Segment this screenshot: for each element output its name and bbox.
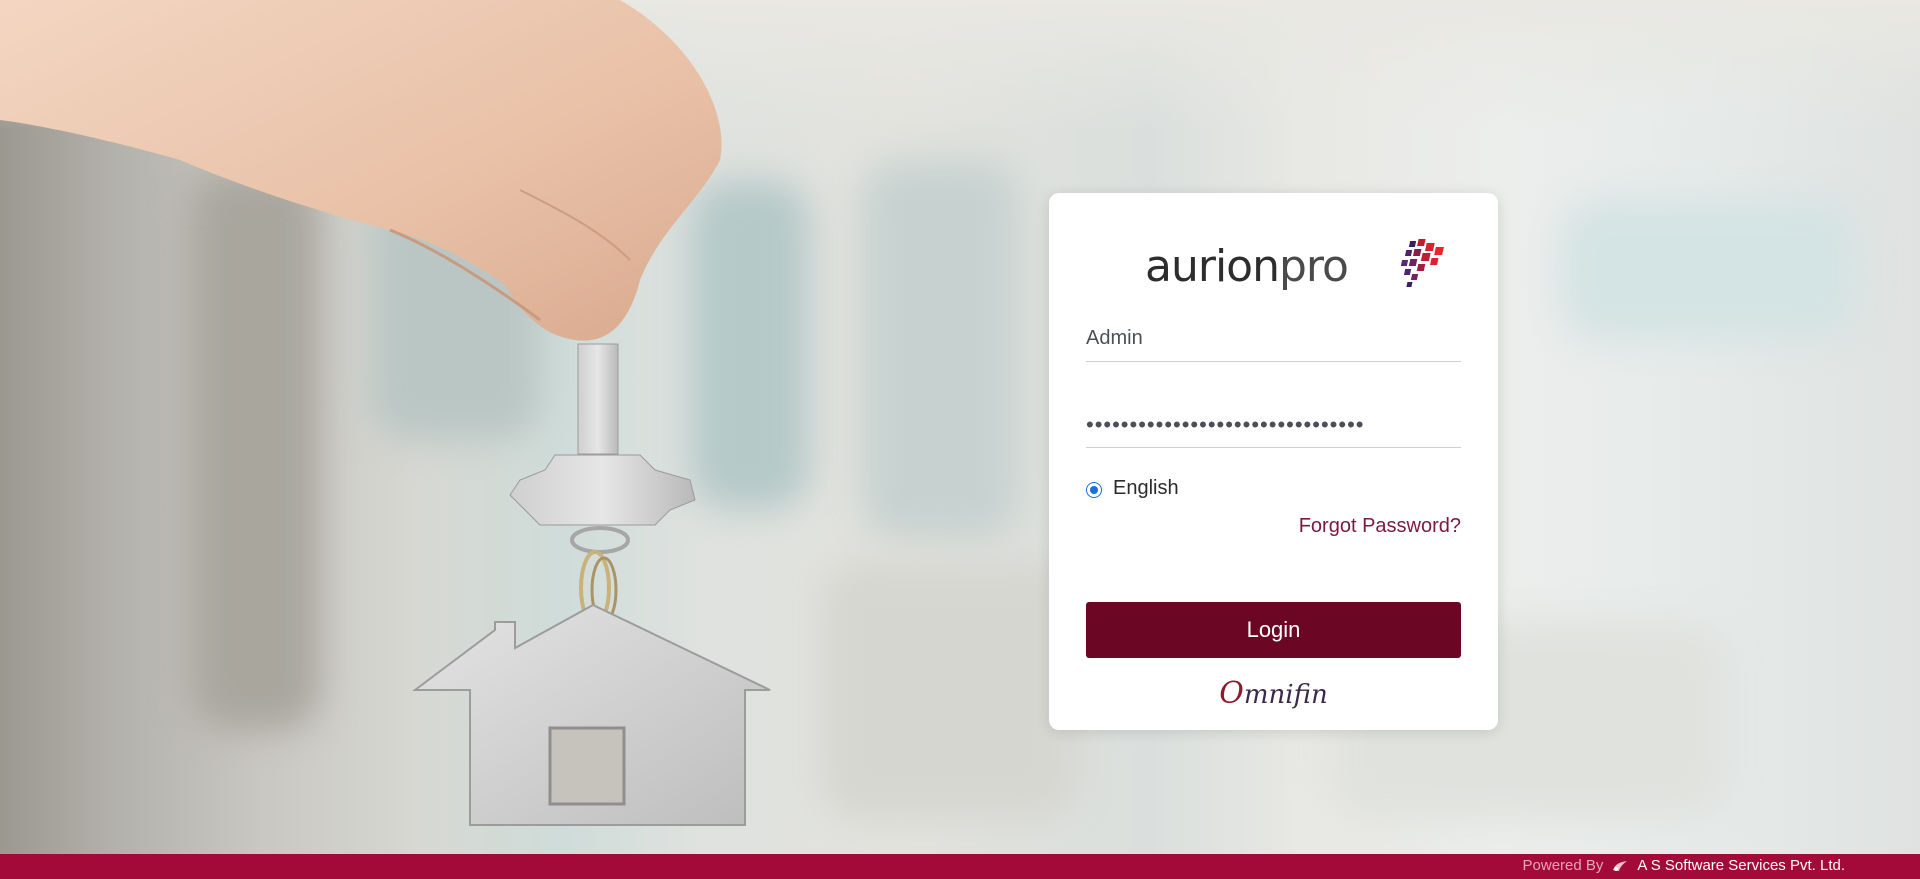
username-field[interactable] <box>1086 323 1461 362</box>
omnifin-logo-initial: O <box>1219 676 1244 711</box>
logo-wordmark-suffix: pro <box>1278 241 1349 292</box>
language-label: English <box>1113 477 1179 499</box>
username-input[interactable] <box>1086 323 1461 353</box>
language-radio[interactable] <box>1086 482 1102 498</box>
omnifin-logo-text: mnifin <box>1243 680 1328 710</box>
login-card: aurionpro Admin ••••••••••••••••••••••••… <box>1049 193 1498 730</box>
aurionpro-logo-mark <box>1400 239 1444 287</box>
forgot-password-link[interactable]: Forgot Password? <box>1299 515 1461 538</box>
language-option[interactable]: English <box>1086 477 1179 500</box>
password-input[interactable] <box>1086 407 1461 443</box>
login-button[interactable]: Login <box>1086 602 1461 658</box>
logo-wordmark: aurion <box>1145 241 1280 292</box>
company-logo-icon <box>1613 860 1628 871</box>
omnifin-logo: Omnifin <box>1049 676 1498 711</box>
password-field[interactable] <box>1086 407 1461 448</box>
footer-bar: Powered By A S Software Services Pvt. Lt… <box>0 854 1920 879</box>
house-key-illustration <box>0 0 771 826</box>
powered-by-label: Powered By <box>1522 857 1604 874</box>
company-name: A S Software Services Pvt. Ltd. <box>1637 857 1845 874</box>
aurionpro-logo: aurionpro <box>1145 237 1444 297</box>
